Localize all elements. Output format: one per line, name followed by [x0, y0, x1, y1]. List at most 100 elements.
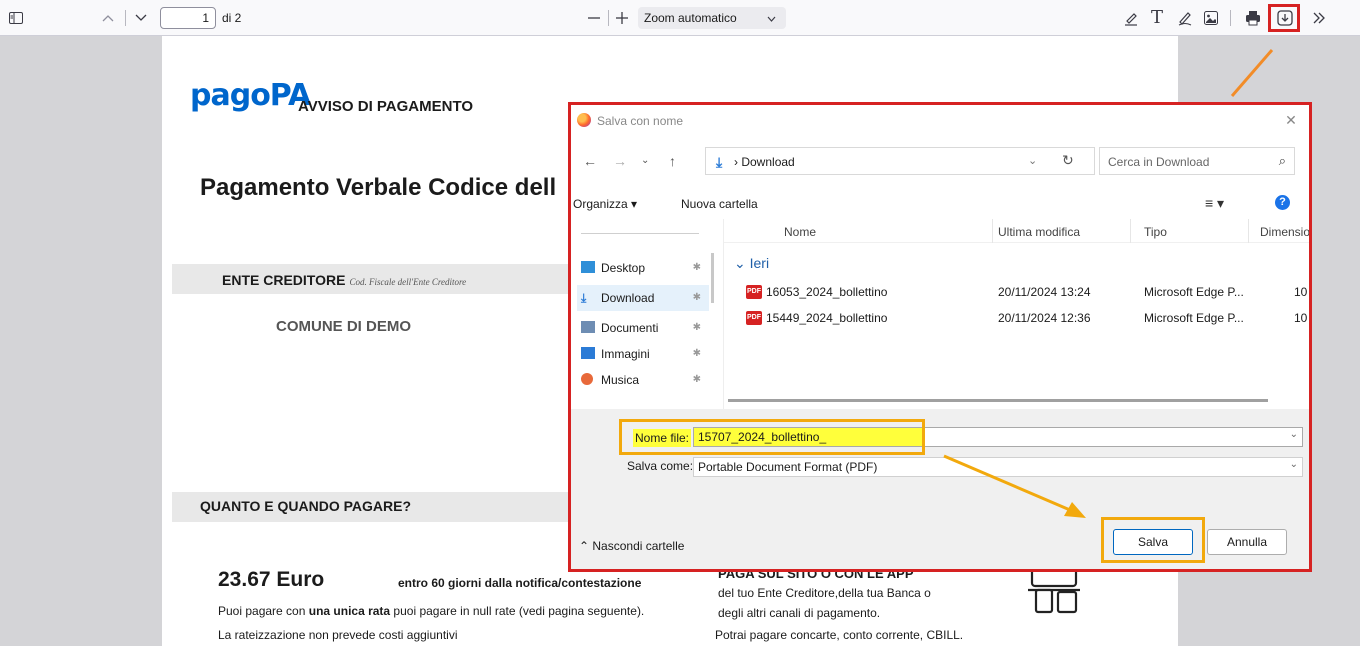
address-crumb-text: Download [741, 155, 795, 169]
pagopa-logo-text: pagoPA [190, 78, 311, 113]
pdf-file-icon: PDF [746, 285, 762, 299]
save-button[interactable]: Salva [1113, 529, 1193, 555]
save-as-type-label: Salva come: [627, 459, 694, 473]
column-header-type[interactable]: Tipo [1144, 225, 1167, 239]
hide-folders-label: Nascondi cartelle [592, 539, 685, 553]
sidebar-item-label: Documenti [601, 321, 659, 335]
close-icon[interactable]: ✕ [1281, 111, 1301, 129]
toolbar-separator [1230, 10, 1231, 26]
next-page-icon[interactable] [133, 10, 149, 26]
up-folder-icon[interactable]: ↑ [669, 153, 676, 169]
paga-line: Potrai pagare concarte, conto corrente, … [715, 628, 964, 642]
save-icon-highlight [1268, 4, 1300, 32]
payment-info-b: una unica rata [308, 604, 391, 618]
pin-icon: ✱ [692, 374, 701, 385]
zoom-in-icon[interactable] [614, 10, 630, 26]
music-icon [581, 373, 593, 385]
payment-info-a: Puoi pagare con [218, 604, 309, 618]
refresh-icon[interactable]: ↻ [1062, 152, 1074, 169]
pin-icon: ✱ [692, 292, 701, 303]
page-count: di 2 [222, 11, 242, 25]
chevron-down-icon[interactable]: ⌄ [1290, 429, 1298, 440]
dialog-footer: ⌃ Nascondi cartelle Salva Annulla [571, 505, 1309, 569]
sidebar-item-label: Musica [601, 373, 640, 387]
text-icon[interactable]: T [1148, 7, 1166, 28]
firefox-icon [577, 113, 591, 127]
download-folder-icon: ⤓ [716, 154, 723, 170]
notice-header: AVVISO DI PAGAMENTO [298, 98, 474, 115]
file-type: Microsoft Edge P... [1144, 285, 1244, 299]
forward-icon[interactable]: → [613, 153, 627, 169]
chevron-down-icon[interactable]: ⌄ [1290, 459, 1298, 470]
zoom-select[interactable]: Zoom automatico [638, 7, 786, 29]
column-divider[interactable] [1248, 219, 1249, 243]
ente-creditore-sub: Cod. Fiscale dell'Ente Creditore [349, 277, 467, 287]
sidebar-item-documenti[interactable]: Documenti ✱ [577, 315, 709, 341]
file-modified: 20/11/2024 13:24 [998, 285, 1091, 299]
help-icon[interactable]: ? [1275, 195, 1290, 210]
horizontal-scrollbar[interactable] [728, 399, 1268, 402]
save-form: Nome file: 15707_2024_bollettino_ ⌄ Salv… [571, 409, 1309, 505]
column-header-name[interactable]: Nome [784, 225, 816, 239]
toolbar-separator [608, 10, 609, 26]
file-size: 10 [1294, 285, 1308, 299]
pagopa-logo: pagoPA [190, 78, 311, 128]
quanto-heading: QUANTO E QUANDO PAGARE? [200, 498, 412, 514]
pin-icon: ✱ [692, 322, 701, 333]
file-name-highlight [619, 419, 925, 455]
column-divider[interactable] [1130, 219, 1131, 243]
pdf-file-icon: PDF [746, 311, 762, 325]
draw-icon[interactable] [1176, 9, 1194, 27]
sidebar-item-label: Immagini [601, 347, 650, 361]
zoom-out-icon[interactable] [586, 10, 602, 26]
file-name: 15449_2024_bollettino [766, 311, 888, 325]
file-row[interactable]: PDF 16053_2024_bollettino 20/11/2024 13:… [724, 281, 1309, 303]
view-options-icon[interactable]: ≡ ▾ [1205, 195, 1224, 212]
sidebar-toggle-icon[interactable] [8, 10, 24, 26]
address-bar[interactable]: ⤓ › Download ⌄ ↻ [705, 147, 1095, 175]
print-icon[interactable] [1244, 9, 1262, 27]
payment-info-c: puoi pagare in null rate (vedi pagina se… [390, 604, 645, 618]
organize-button[interactable]: Organizza ▾ [573, 197, 637, 211]
back-icon[interactable]: ← [583, 153, 597, 169]
group-label: Ieri [749, 255, 770, 271]
sidebar-item-immagini[interactable]: Immagini ✱ [577, 341, 709, 367]
navigation-pane: Desktop ✱ ⤓ Download ✱ Documenti ✱ Immag… [571, 219, 719, 409]
sidebar-item-musica[interactable]: Musica ✱ [577, 367, 709, 393]
previous-page-icon[interactable] [100, 10, 116, 26]
chevron-down-icon[interactable]: ⌄ [1028, 154, 1037, 167]
ente-creditore-label: ENTE CREDITORE Cod. Fiscale dell'Ente Cre… [222, 272, 466, 288]
recent-locations-icon[interactable]: ⌄ [641, 153, 649, 169]
search-input[interactable]: Cerca in Download ⌕ [1099, 147, 1295, 175]
comune-name: COMUNE DI DEMO [276, 318, 411, 335]
column-header-size[interactable]: Dimensio [1260, 225, 1309, 239]
more-tools-icon[interactable] [1310, 9, 1328, 27]
column-header-modified[interactable]: Ultima modifica [998, 225, 1080, 239]
zoom-select-value: Zoom automatico [644, 11, 737, 25]
pdf-toolbar: 1 di 2 Zoom automatico T [0, 0, 1360, 36]
new-folder-button[interactable]: Nuova cartella [681, 197, 758, 211]
image-icon[interactable] [1202, 9, 1220, 27]
file-list: Nome Ultima modifica Tipo Dimensio ⌄ Ier… [723, 219, 1309, 409]
nav-scrollbar[interactable] [711, 253, 714, 303]
group-header[interactable]: ⌄ Ieri [734, 255, 769, 272]
save-as-type-select[interactable]: Portable Document Format (PDF) ⌄ [693, 457, 1303, 477]
highlight-icon[interactable] [1122, 9, 1140, 27]
desktop-icon [581, 261, 595, 273]
file-row[interactable]: PDF 15449_2024_bollettino 20/11/2024 12:… [724, 307, 1309, 329]
nav-divider [581, 233, 699, 234]
paga-line: degli altri canali di pagamento. [718, 606, 881, 620]
cancel-button[interactable]: Annulla [1207, 529, 1287, 555]
download-icon: ⤓ [581, 291, 587, 305]
page-number-input[interactable]: 1 [160, 7, 216, 29]
file-modified: 20/11/2024 12:36 [998, 311, 1091, 325]
sidebar-item-desktop[interactable]: Desktop ✱ [577, 255, 709, 281]
dialog-title: Salva con nome [597, 114, 684, 128]
payment-info-line: Puoi pagare con una unica rata puoi paga… [218, 604, 644, 618]
save-as-dialog: Salva con nome ✕ ← → ⌄ ↑ ⤓ › Download ⌄ … [568, 102, 1312, 572]
chevron-down-icon [767, 7, 776, 29]
column-divider[interactable] [992, 219, 993, 243]
hide-folders-toggle[interactable]: ⌃ Nascondi cartelle [579, 539, 684, 553]
sidebar-item-label: Desktop [601, 261, 646, 275]
sidebar-item-download[interactable]: ⤓ Download ✱ [577, 285, 709, 311]
